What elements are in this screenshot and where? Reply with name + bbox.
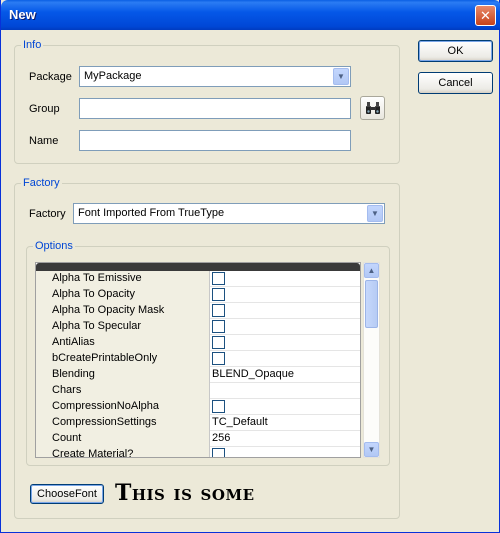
property-name: bCreatePrintableOnly — [36, 351, 210, 367]
group-input[interactable] — [79, 98, 351, 119]
new-dialog: New ✕ OK Cancel Info Package MyPackage ▼… — [0, 0, 500, 533]
ok-button[interactable]: OK — [418, 40, 493, 62]
factory-label: Factory — [29, 208, 66, 220]
group-label: Group — [29, 103, 60, 115]
name-input[interactable] — [79, 130, 351, 151]
property-name: Blending — [36, 367, 210, 383]
factory-value: Font Imported From TrueType — [78, 207, 225, 219]
property-row[interactable]: Alpha To Specular — [36, 319, 360, 335]
property-row[interactable]: Create Material? — [36, 447, 360, 457]
options-legend: Options — [33, 240, 75, 252]
property-value[interactable] — [211, 319, 360, 335]
property-name: Count — [36, 431, 210, 447]
choose-font-button[interactable]: ChooseFont — [30, 484, 104, 504]
property-checkbox[interactable] — [212, 336, 225, 349]
scroll-up-arrow-icon[interactable]: ▲ — [364, 263, 379, 278]
property-row[interactable]: Chars — [36, 383, 360, 399]
property-name: Chars — [36, 383, 210, 399]
property-value[interactable] — [211, 399, 360, 415]
scroll-thumb[interactable] — [365, 280, 378, 328]
property-name: CompressionSettings — [36, 415, 210, 431]
property-checkbox[interactable] — [212, 448, 225, 457]
name-label: Name — [29, 135, 59, 147]
property-row[interactable]: Alpha To Opacity — [36, 287, 360, 303]
factory-combobox[interactable]: Font Imported From TrueType ▼ — [73, 203, 385, 224]
property-row[interactable]: AntiAlias — [36, 335, 360, 351]
property-rows: Alpha To Emissive Alpha To Opacity Alpha T… — [36, 271, 360, 457]
property-value[interactable] — [211, 447, 360, 457]
property-row[interactable]: Alpha To Opacity Mask — [36, 303, 360, 319]
property-value[interactable] — [211, 351, 360, 367]
property-name: AntiAlias — [36, 335, 210, 351]
close-button[interactable]: ✕ — [475, 5, 496, 26]
property-value[interactable] — [211, 335, 360, 351]
property-value[interactable]: 256 — [211, 431, 360, 447]
property-checkbox[interactable] — [212, 272, 225, 285]
chevron-down-icon[interactable]: ▼ — [367, 205, 383, 222]
package-label: Package — [29, 71, 72, 83]
property-name: Alpha To Specular — [36, 319, 210, 335]
property-checkbox[interactable] — [212, 352, 225, 365]
property-value[interactable] — [211, 383, 360, 399]
property-checkbox[interactable] — [212, 400, 225, 413]
property-checkbox[interactable] — [212, 288, 225, 301]
scroll-down-arrow-icon[interactable]: ▼ — [364, 442, 379, 457]
info-legend: Info — [21, 39, 44, 51]
chevron-down-icon[interactable]: ▼ — [333, 68, 349, 85]
property-grid-header — [36, 263, 360, 271]
property-value[interactable] — [211, 287, 360, 303]
property-grid-scrollbar[interactable]: ▲ ▼ — [363, 262, 380, 458]
property-grid[interactable]: Alpha To Emissive Alpha To Opacity Alpha T… — [35, 262, 361, 458]
factory-legend: Factory — [21, 177, 62, 189]
property-row[interactable]: Alpha To Emissive — [36, 271, 360, 287]
property-name: Alpha To Emissive — [36, 271, 210, 287]
browse-group-button[interactable] — [360, 96, 385, 120]
property-name: Alpha To Opacity Mask — [36, 303, 210, 319]
property-name: Alpha To Opacity — [36, 287, 210, 303]
property-value[interactable]: BLEND_Opaque — [211, 367, 360, 383]
package-combobox[interactable]: MyPackage ▼ — [79, 66, 351, 87]
property-value[interactable] — [211, 303, 360, 319]
property-row[interactable]: Blending BLEND_Opaque — [36, 367, 360, 383]
property-row[interactable]: bCreatePrintableOnly — [36, 351, 360, 367]
property-row[interactable]: CompressionSettings TC_Default — [36, 415, 360, 431]
property-name: Create Material? — [36, 447, 210, 457]
binoculars-icon — [365, 102, 380, 114]
window-title: New — [9, 7, 36, 22]
close-icon: ✕ — [480, 7, 491, 23]
property-row[interactable]: CompressionNoAlpha — [36, 399, 360, 415]
property-checkbox[interactable] — [212, 304, 225, 317]
property-value[interactable] — [211, 271, 360, 287]
property-row[interactable]: Count 256 — [36, 431, 360, 447]
cancel-button[interactable]: Cancel — [418, 72, 493, 94]
property-value[interactable]: TC_Default — [211, 415, 360, 431]
package-value: MyPackage — [84, 70, 142, 82]
property-name: CompressionNoAlpha — [36, 399, 210, 415]
font-preview-text: This is some — [115, 480, 255, 506]
title-bar[interactable]: New ✕ — [1, 0, 500, 30]
property-checkbox[interactable] — [212, 320, 225, 333]
